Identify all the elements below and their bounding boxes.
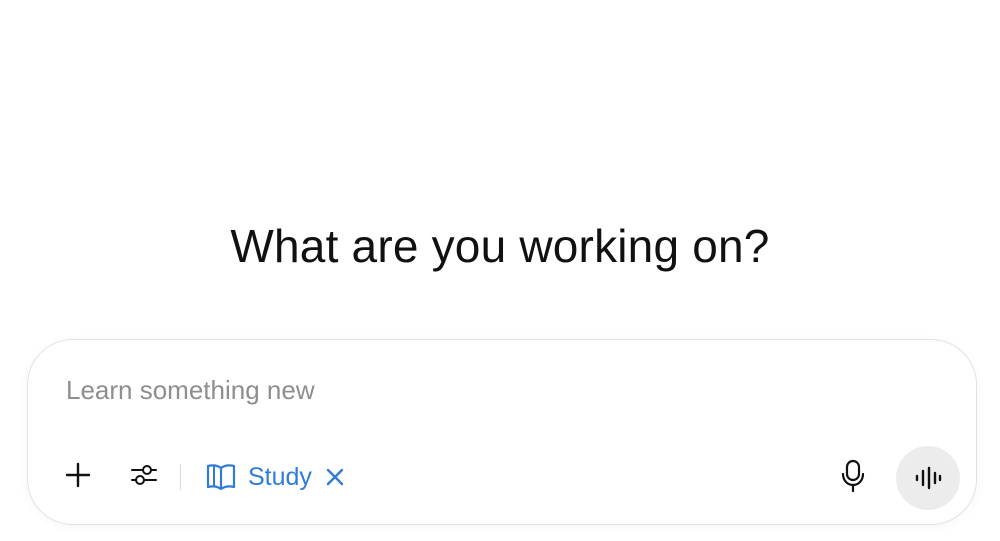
prompt-input[interactable]: [66, 370, 926, 410]
voice-mode-button[interactable]: [896, 446, 960, 510]
dictate-button[interactable]: [835, 457, 871, 495]
study-chip-label: Study: [248, 462, 312, 491]
toolbar-divider: [180, 464, 181, 490]
close-icon[interactable]: [324, 466, 346, 488]
composer: Study: [27, 339, 977, 525]
microphone-icon: [841, 459, 865, 493]
add-button[interactable]: [60, 457, 96, 493]
book-icon: [204, 462, 238, 492]
sliders-icon: [131, 465, 157, 485]
chat-home: What are you working on? Learn something…: [0, 0, 1000, 541]
page-title: What are you working on?: [230, 220, 770, 272]
plus-icon: [65, 462, 91, 488]
tools-button[interactable]: [126, 457, 162, 493]
voice-waveform-icon: [915, 466, 942, 490]
study-mode-chip[interactable]: Study: [204, 455, 346, 499]
